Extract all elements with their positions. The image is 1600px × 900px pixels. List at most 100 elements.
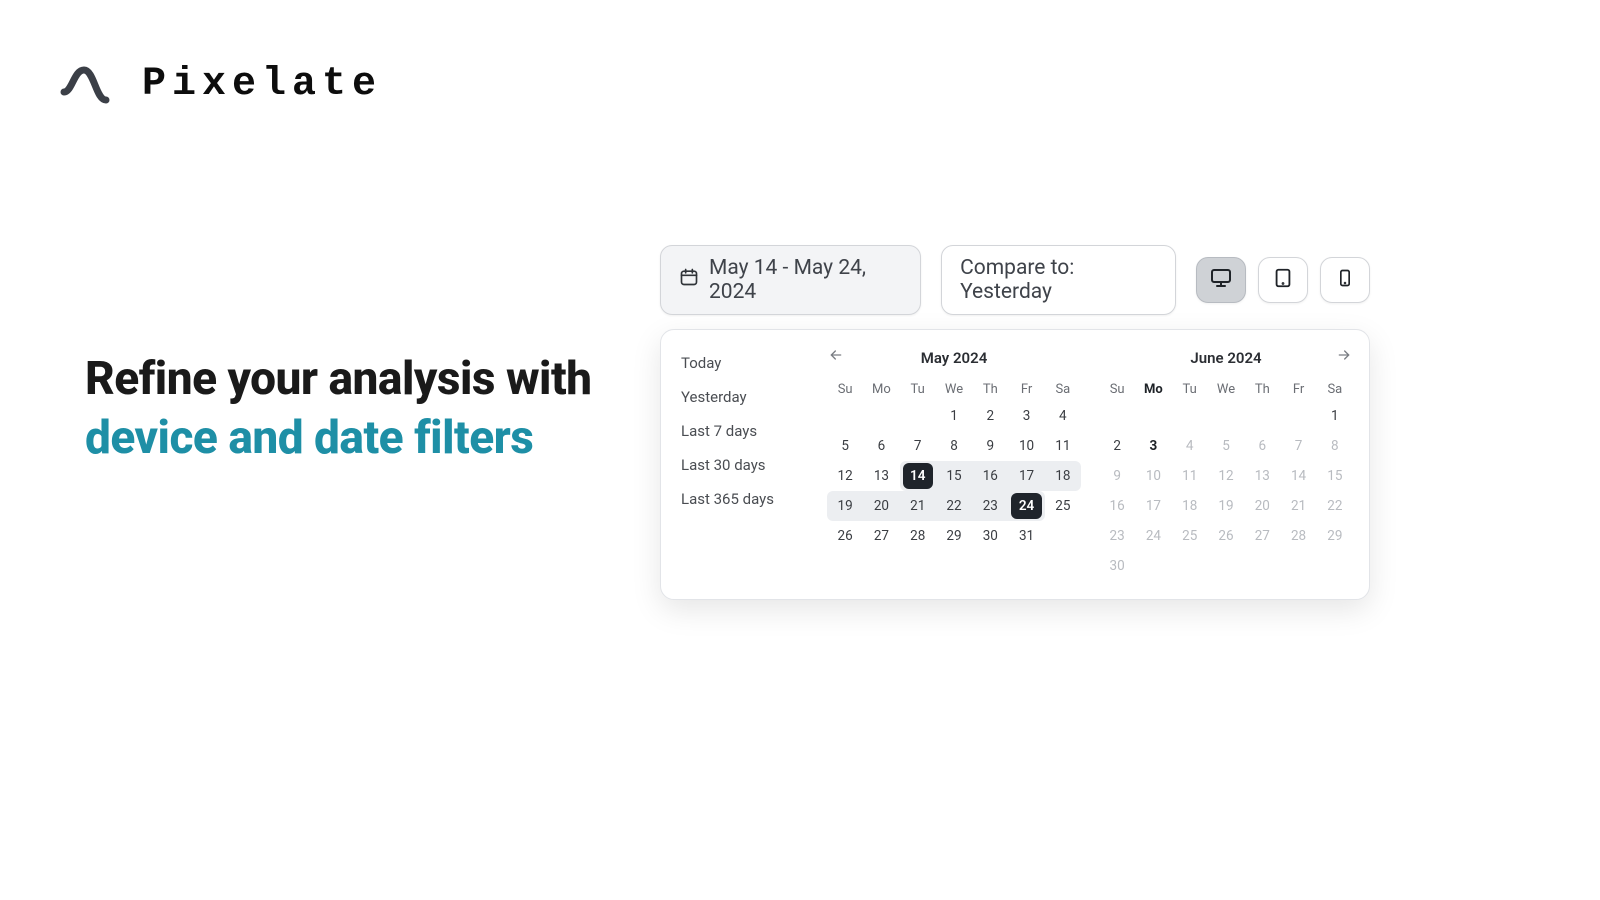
calendar-day: . bbox=[1135, 401, 1171, 431]
dow-label: Fr bbox=[1280, 378, 1316, 401]
headline-line1: Refine your analysis with bbox=[85, 352, 592, 406]
calendar-day[interactable]: 19 bbox=[1208, 491, 1244, 521]
preset-last-30-days[interactable]: Last 30 days bbox=[671, 448, 821, 482]
calendar-day[interactable]: 12 bbox=[827, 461, 863, 491]
calendar-day[interactable]: 7 bbox=[1280, 431, 1316, 461]
calendar-day[interactable]: 11 bbox=[1172, 461, 1208, 491]
preset-yesterday[interactable]: Yesterday bbox=[671, 380, 821, 414]
calendar-day[interactable]: 3 bbox=[1008, 401, 1044, 431]
calendar-day[interactable]: 14 bbox=[900, 461, 936, 491]
calendar-day[interactable]: 18 bbox=[1172, 491, 1208, 521]
calendar-day[interactable]: 9 bbox=[972, 431, 1008, 461]
calendar-day[interactable]: 2 bbox=[972, 401, 1008, 431]
calendar-day[interactable]: 30 bbox=[972, 521, 1008, 551]
calendar-day[interactable]: 5 bbox=[1208, 431, 1244, 461]
calendar-day[interactable]: 3 bbox=[1135, 431, 1171, 461]
filters-panel: May 14 - May 24, 2024 Compare to: Yester… bbox=[660, 245, 1370, 600]
calendar-day[interactable]: 31 bbox=[1008, 521, 1044, 551]
calendar-day[interactable]: 8 bbox=[936, 431, 972, 461]
calendar-day[interactable]: 28 bbox=[1280, 521, 1316, 551]
calendar-day[interactable]: 20 bbox=[1244, 491, 1280, 521]
calendar-day[interactable]: 20 bbox=[863, 491, 899, 521]
prev-month-button[interactable] bbox=[827, 348, 845, 366]
dow-label: Tu bbox=[1172, 378, 1208, 401]
calendar-day[interactable]: 8 bbox=[1317, 431, 1353, 461]
calendar-day[interactable]: 16 bbox=[972, 461, 1008, 491]
calendar-day[interactable]: 26 bbox=[827, 521, 863, 551]
calendar-day[interactable]: 29 bbox=[936, 521, 972, 551]
dow-label: Su bbox=[827, 378, 863, 401]
calendar-day: . bbox=[1172, 551, 1208, 581]
calendar-month-right: June 2024 SuMoTuWeThFrSa ......123456789… bbox=[1099, 344, 1353, 581]
calendar-day[interactable]: 22 bbox=[1317, 491, 1353, 521]
device-tablet-button[interactable] bbox=[1258, 257, 1308, 303]
preset-today[interactable]: Today bbox=[671, 346, 821, 380]
preset-last-7-days[interactable]: Last 7 days bbox=[671, 414, 821, 448]
calendar-day[interactable]: 27 bbox=[1244, 521, 1280, 551]
calendar-day[interactable]: 13 bbox=[1244, 461, 1280, 491]
calendar-day[interactable]: 28 bbox=[900, 521, 936, 551]
calendar-day: . bbox=[1045, 521, 1081, 551]
compare-button[interactable]: Compare to: Yesterday bbox=[941, 245, 1176, 315]
calendar-day[interactable]: 15 bbox=[1317, 461, 1353, 491]
calendar-day[interactable]: 4 bbox=[1172, 431, 1208, 461]
top-controls-row: May 14 - May 24, 2024 Compare to: Yester… bbox=[660, 245, 1370, 315]
calendar-day[interactable]: 10 bbox=[1008, 431, 1044, 461]
calendar-day[interactable]: 18 bbox=[1045, 461, 1081, 491]
calendar-day[interactable]: 22 bbox=[936, 491, 972, 521]
calendar-day[interactable]: 23 bbox=[1099, 521, 1135, 551]
next-month-button[interactable] bbox=[1335, 348, 1353, 366]
calendar-day[interactable]: 12 bbox=[1208, 461, 1244, 491]
calendar-day[interactable]: 5 bbox=[827, 431, 863, 461]
brand-logo-icon bbox=[60, 58, 114, 110]
calendar-day[interactable]: 6 bbox=[1244, 431, 1280, 461]
desktop-icon bbox=[1209, 266, 1233, 294]
calendar-day[interactable]: 25 bbox=[1045, 491, 1081, 521]
calendar-day: . bbox=[863, 401, 899, 431]
calendar-day[interactable]: 6 bbox=[863, 431, 899, 461]
calendar-day[interactable]: 21 bbox=[1280, 491, 1316, 521]
calendar-day[interactable]: 26 bbox=[1208, 521, 1244, 551]
calendar-day[interactable]: 24 bbox=[1135, 521, 1171, 551]
calendar-day[interactable]: 25 bbox=[1172, 521, 1208, 551]
preset-last-365-days[interactable]: Last 365 days bbox=[671, 482, 821, 516]
preset-list: TodayYesterdayLast 7 daysLast 30 daysLas… bbox=[671, 344, 821, 581]
headline-line2: device and date filters bbox=[85, 411, 533, 465]
arrow-left-icon bbox=[828, 347, 844, 367]
calendar-day[interactable]: 1 bbox=[936, 401, 972, 431]
date-range-button[interactable]: May 14 - May 24, 2024 bbox=[660, 245, 921, 315]
calendar-day: . bbox=[900, 401, 936, 431]
calendar-day[interactable]: 2 bbox=[1099, 431, 1135, 461]
calendar-day[interactable]: 27 bbox=[863, 521, 899, 551]
calendar-day[interactable]: 9 bbox=[1099, 461, 1135, 491]
calendar-day: . bbox=[1208, 551, 1244, 581]
calendar-day[interactable]: 19 bbox=[827, 491, 863, 521]
device-mobile-button[interactable] bbox=[1320, 257, 1370, 303]
calendar-day[interactable]: 14 bbox=[1280, 461, 1316, 491]
date-range-label: May 14 - May 24, 2024 bbox=[709, 256, 902, 304]
calendar-day[interactable]: 30 bbox=[1099, 551, 1135, 581]
calendar-day[interactable]: 29 bbox=[1317, 521, 1353, 551]
dow-label: Mo bbox=[1135, 378, 1171, 401]
calendar-day[interactable]: 1 bbox=[1317, 401, 1353, 431]
calendar-day: . bbox=[1208, 401, 1244, 431]
calendar-day[interactable]: 16 bbox=[1099, 491, 1135, 521]
calendar-day[interactable]: 17 bbox=[1008, 461, 1044, 491]
calendar-day[interactable]: 4 bbox=[1045, 401, 1081, 431]
calendar-day[interactable]: 17 bbox=[1135, 491, 1171, 521]
calendar-day[interactable]: 21 bbox=[900, 491, 936, 521]
device-desktop-button[interactable] bbox=[1196, 257, 1246, 303]
calendar-day[interactable]: 24 bbox=[1008, 491, 1044, 521]
calendar-day: . bbox=[1244, 401, 1280, 431]
calendar-day[interactable]: 7 bbox=[900, 431, 936, 461]
calendar-day[interactable]: 15 bbox=[936, 461, 972, 491]
calendar-day: . bbox=[1172, 401, 1208, 431]
date-picker-dropdown: TodayYesterdayLast 7 daysLast 30 daysLas… bbox=[660, 329, 1370, 600]
calendar-day[interactable]: 23 bbox=[972, 491, 1008, 521]
dow-label: We bbox=[936, 378, 972, 401]
calendar-day[interactable]: 10 bbox=[1135, 461, 1171, 491]
month-title-right: June 2024 bbox=[1190, 349, 1261, 367]
calendar-day[interactable]: 13 bbox=[863, 461, 899, 491]
dow-label: Sa bbox=[1045, 378, 1081, 401]
calendar-day[interactable]: 11 bbox=[1045, 431, 1081, 461]
